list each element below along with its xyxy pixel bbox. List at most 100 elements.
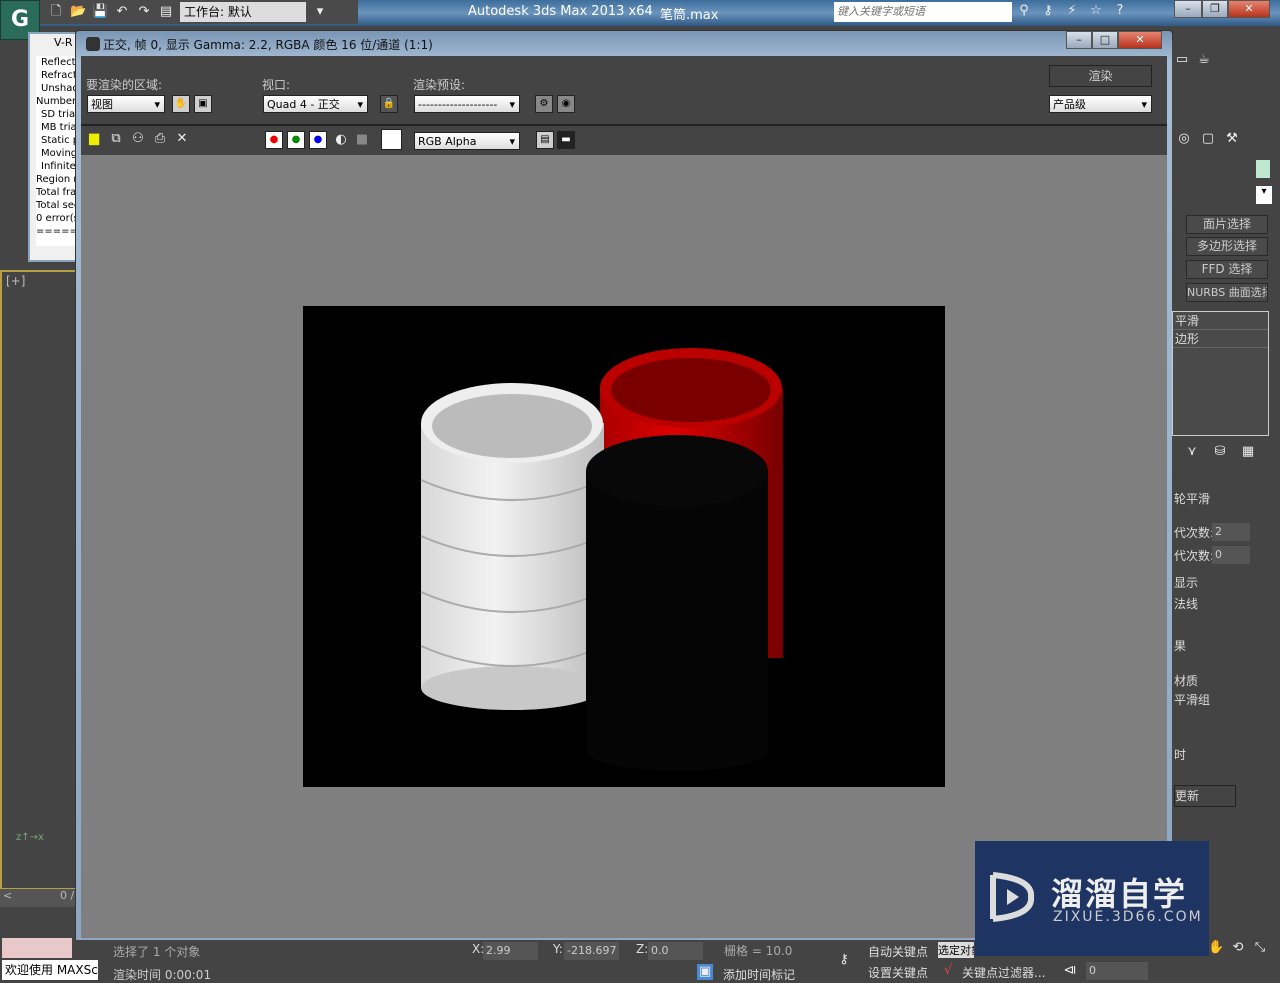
blue-channel-toggle[interactable]: ● (309, 131, 327, 149)
x-field[interactable]: 2.99 (483, 942, 538, 960)
y-field[interactable]: -218.697 (564, 942, 619, 960)
z-field[interactable]: 0.0 (648, 942, 703, 960)
search-input[interactable] (834, 2, 1012, 22)
redo-icon[interactable]: ↷ (136, 4, 152, 20)
y-label: Y: (553, 942, 563, 956)
maximize-viewport-icon[interactable]: ⤡ (1252, 940, 1268, 956)
key-set-dropdown[interactable]: 选定对象 (938, 942, 974, 958)
iterations-spinner[interactable]: 2 (1212, 523, 1250, 541)
pan-icon[interactable]: ✋ (1208, 940, 1224, 956)
environment-icon[interactable]: ◉ (557, 95, 575, 113)
key-filters-button[interactable]: 关键点过滤器... (962, 964, 1045, 981)
log-line: SD trian (41, 109, 80, 120)
save-image-icon[interactable]: ▆ (86, 131, 102, 147)
frame-spinner[interactable]: 0 (1086, 962, 1148, 980)
chevron-down-icon[interactable]: ▾ (312, 4, 328, 20)
viewport-label[interactable]: [+] (6, 274, 25, 288)
copy-image-icon[interactable]: ⧉ (108, 131, 124, 147)
render-iterations-spinner[interactable]: 0 (1212, 546, 1250, 564)
orbit-icon[interactable]: ⟲ (1230, 940, 1246, 956)
update-button[interactable]: 更新 (1174, 785, 1236, 807)
motion-icon[interactable]: ◎ (1176, 131, 1192, 147)
option-label[interactable]: 材质 (1174, 672, 1198, 689)
lock-icon[interactable]: 🔒 (380, 95, 398, 113)
info-center: ⚲ ⚷ ⚡ ☆ ? (1016, 3, 1128, 19)
utilities-icon[interactable]: ⚒ (1224, 131, 1240, 147)
close-button[interactable]: ✕ (1228, 0, 1270, 18)
nurbs-select-button[interactable]: NURBS 曲面选择 (1186, 283, 1268, 302)
auto-region-icon[interactable]: ▣ (194, 95, 212, 113)
time-slider[interactable]: <0 / (0, 889, 76, 907)
show-end-icon[interactable]: ⛁ (1212, 444, 1228, 460)
undo-icon[interactable]: ↶ (114, 4, 130, 20)
maximize-button[interactable]: ❐ (1202, 0, 1228, 18)
maxscript-mini[interactable]: 欢迎使用 MAXSc (2, 960, 98, 980)
edit-region-icon[interactable]: ✋ (172, 95, 190, 113)
pin-stack-icon[interactable]: ⋎ (1184, 444, 1200, 460)
ffd-select-button[interactable]: FFD 选择 (1186, 260, 1268, 279)
configure-icon[interactable]: ▦ (1240, 444, 1256, 460)
save-icon[interactable]: 💾 (92, 4, 108, 20)
render-button[interactable]: 渲染 (1049, 65, 1152, 87)
alpha-toggle-icon[interactable]: ◐ (333, 132, 349, 148)
log-line: 0 error(s) (36, 213, 80, 224)
preset-dropdown[interactable]: -------------------- (414, 95, 520, 114)
project-icon[interactable]: ▤ (158, 4, 174, 20)
swatch[interactable] (381, 129, 402, 150)
time-tag-icon[interactable]: ▣ (697, 964, 713, 980)
display-icon[interactable]: ▢ (1200, 131, 1216, 147)
satellite-icon[interactable]: ⚡ (1064, 3, 1080, 19)
quality-dropdown[interactable]: 产品级 (1049, 95, 1152, 114)
poly-select-button[interactable]: 多边形选择 (1186, 237, 1268, 256)
log-line: Static p (41, 135, 80, 146)
option-label[interactable]: 平滑组 (1174, 691, 1210, 708)
star-icon[interactable]: ☆ (1088, 3, 1104, 19)
channel-dropdown[interactable]: RGB Alpha (414, 132, 520, 151)
rollout-title[interactable]: 轮平滑 (1174, 490, 1210, 507)
clear-icon[interactable]: ✕ (174, 131, 190, 147)
open-icon[interactable]: 📂 (70, 4, 86, 20)
workspace-dropdown[interactable]: 工作台: 默认 (180, 2, 306, 22)
key-icon[interactable]: ⚷ (1040, 3, 1056, 19)
binoculars-icon[interactable]: ⚲ (1016, 3, 1032, 19)
log-line: Moving (41, 148, 78, 159)
minimize-button[interactable]: – (1174, 0, 1202, 18)
render-setup-icon[interactable]: ⚙ (535, 95, 553, 113)
print-icon[interactable]: ⎙ (152, 131, 168, 147)
option-label[interactable]: 法线 (1174, 595, 1198, 612)
red-channel-toggle[interactable]: ● (265, 131, 283, 149)
modifier-list-dropdown[interactable]: ▾ (1256, 186, 1272, 204)
monochrome-icon[interactable]: ■ (354, 132, 370, 148)
maximize-button[interactable]: □ (1092, 31, 1118, 49)
option-label[interactable]: 显示 (1174, 574, 1198, 591)
key-mode-icon[interactable]: ⧏ (1062, 963, 1078, 979)
curve-icon[interactable]: √ (940, 963, 956, 979)
log-line: ======== (36, 226, 80, 237)
key-icon[interactable]: ⚷ (832, 952, 856, 968)
render-scene (420, 348, 783, 771)
minimize-button[interactable]: – (1066, 31, 1092, 49)
viewport-dropdown[interactable]: Quad 4 - 正交 (263, 95, 368, 114)
object-color-swatch[interactable] (1256, 160, 1270, 178)
green-channel-toggle[interactable]: ● (287, 131, 305, 149)
viewport[interactable]: [+] z↑→x (0, 270, 78, 890)
stack-item[interactable]: 平滑 (1173, 312, 1268, 330)
stack-item[interactable]: 边形 (1173, 330, 1268, 348)
render-window-controls: – □ ✕ (1066, 31, 1162, 49)
area-dropdown[interactable]: 视图 (87, 95, 165, 114)
log-line: Region r (36, 174, 78, 185)
close-button[interactable]: ✕ (1118, 31, 1162, 49)
toggle-ui-icon[interactable]: ▬ (557, 131, 575, 149)
set-key-button[interactable]: 设置关键点 (868, 964, 928, 981)
option-label[interactable]: 时 (1174, 746, 1186, 763)
help-icon[interactable]: ? (1112, 3, 1128, 19)
teapot-icon[interactable]: ☕ (1196, 52, 1212, 68)
maxscript-listener[interactable] (2, 938, 72, 958)
patch-select-button[interactable]: 面片选择 (1186, 215, 1268, 234)
auto-key-button[interactable]: 自动关键点 (868, 943, 928, 960)
clone-window-icon[interactable]: ⚇ (130, 131, 146, 147)
render-frame-icon[interactable]: ▭ (1174, 52, 1190, 68)
new-icon[interactable]: 🗋 (48, 4, 64, 20)
add-time-tag[interactable]: 添加时间标记 (723, 966, 795, 983)
toggle-ui-overlay-icon[interactable]: ▤ (536, 131, 554, 149)
